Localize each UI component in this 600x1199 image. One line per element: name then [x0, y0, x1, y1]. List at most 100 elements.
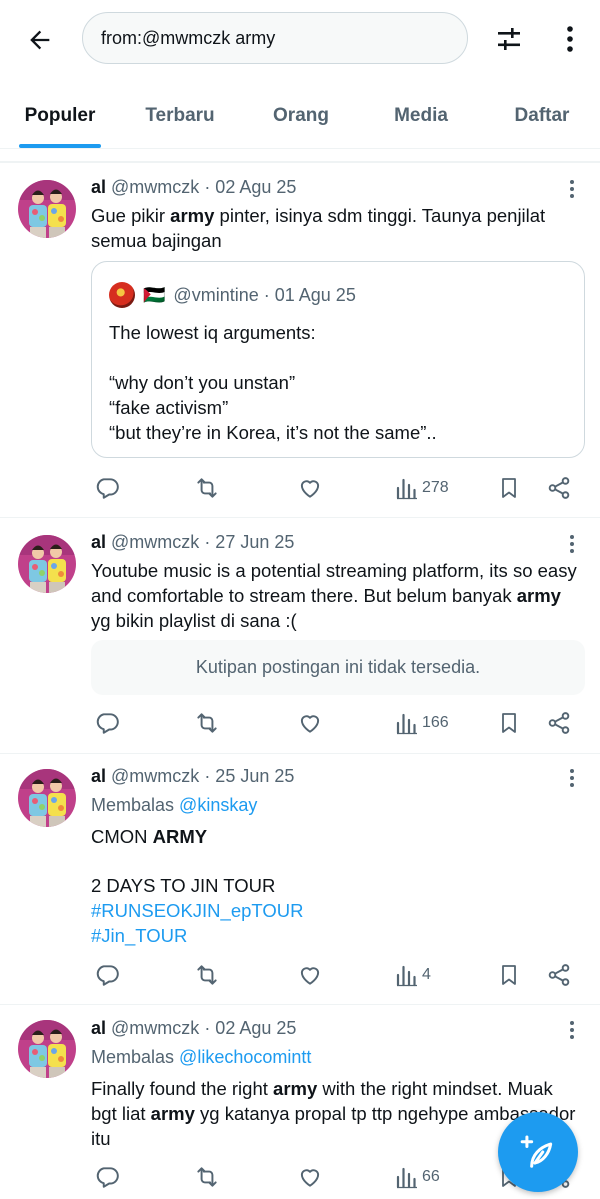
tweet-more-button[interactable] — [560, 766, 584, 790]
author-handle[interactable]: @mwmczk — [111, 1018, 199, 1038]
share-button[interactable] — [546, 708, 572, 738]
tab-media[interactable]: Media — [371, 86, 471, 146]
more-vertical-icon — [570, 769, 574, 787]
repost-button[interactable] — [193, 708, 221, 738]
reply-icon — [96, 965, 119, 986]
tweet-card[interactable]: al @mwmczk · 02 Agu 25 Gue pikir army pi… — [0, 163, 600, 518]
reply-icon — [96, 478, 119, 499]
reply-to-link[interactable]: @likechocomintt — [179, 1047, 311, 1067]
tweet-more-button[interactable] — [560, 177, 584, 201]
like-button[interactable] — [297, 708, 323, 738]
top-bar: from:@mwmczk army — [0, 0, 600, 78]
like-button[interactable] — [297, 1162, 323, 1192]
avatar[interactable] — [18, 769, 76, 827]
author-name[interactable]: al — [91, 177, 106, 197]
tweet-header: al @mwmczk · 25 Jun 25 — [91, 766, 294, 787]
tweet-actions: 4 — [91, 960, 581, 990]
reply-icon — [96, 1167, 119, 1188]
tweet-date[interactable]: · 02 Agu 25 — [204, 1018, 296, 1038]
avatar[interactable] — [18, 535, 76, 593]
repost-icon — [197, 1167, 217, 1187]
views-count: 166 — [422, 714, 449, 731]
quoted-author-handle: @vmintine — [173, 284, 259, 305]
heart-icon — [300, 715, 320, 733]
heart-icon — [300, 1169, 320, 1187]
tweet-more-button[interactable] — [560, 532, 584, 556]
author-handle[interactable]: @mwmczk — [111, 177, 199, 197]
views-chart-icon — [396, 478, 417, 500]
bookmark-button[interactable] — [497, 960, 521, 990]
bookmark-button[interactable] — [497, 708, 521, 738]
avatar[interactable] — [18, 180, 76, 238]
feather-plus-icon — [520, 1135, 553, 1168]
views-chart-icon — [396, 1167, 417, 1189]
tweet-text: CMON ARMY 2 DAYS TO JIN TOUR #RUNSEOKJIN… — [91, 824, 581, 948]
tab-terbaru[interactable]: Terbaru — [130, 86, 230, 146]
views-button[interactable]: 4 — [396, 960, 431, 990]
repost-button[interactable] — [193, 473, 221, 503]
reply-icon — [96, 713, 119, 734]
author-handle[interactable]: @mwmczk — [111, 766, 199, 786]
more-vertical-icon — [570, 535, 574, 553]
quoted-tweet[interactable]: 🇵🇸 @vmintine · 01 Agu 25 The lowest iq a… — [91, 261, 585, 458]
author-name[interactable]: al — [91, 532, 106, 552]
bookmark-button[interactable] — [497, 473, 521, 503]
hashtag-link[interactable]: #RUNSEOKJIN_epTOUR — [91, 898, 581, 923]
repost-icon — [197, 478, 217, 498]
tab-daftar[interactable]: Daftar — [492, 86, 592, 146]
views-button[interactable]: 166 — [396, 708, 449, 738]
reply-button[interactable] — [94, 1162, 120, 1192]
repost-button[interactable] — [193, 1162, 221, 1192]
share-button[interactable] — [546, 960, 572, 990]
share-button[interactable] — [546, 473, 572, 503]
search-filter-button[interactable] — [490, 20, 528, 58]
views-button[interactable]: 278 — [396, 473, 449, 503]
avatar[interactable] — [18, 1020, 76, 1078]
repost-button[interactable] — [193, 960, 221, 990]
search-input[interactable]: from:@mwmczk army — [82, 12, 468, 64]
tweet-more-button[interactable] — [560, 1018, 584, 1042]
tab-orang[interactable]: Orang — [251, 86, 351, 146]
share-icon — [548, 964, 570, 986]
compose-post-button[interactable] — [498, 1112, 578, 1192]
sliders-icon — [498, 28, 520, 50]
arrow-left-icon — [30, 30, 50, 50]
tweet-text: Youtube music is a potential streaming p… — [91, 560, 577, 631]
author-handle[interactable]: @mwmczk — [111, 532, 199, 552]
views-count: 4 — [422, 966, 431, 983]
hashtag-link[interactable]: #Jin_TOUR — [91, 923, 581, 948]
back-button[interactable] — [22, 22, 58, 58]
tweet-actions: 278 — [91, 473, 581, 503]
quoted-tweet-header: 🇵🇸 @vmintine · 01 Agu 25 — [109, 282, 356, 308]
tweet-date[interactable]: · 25 Jun 25 — [204, 766, 294, 786]
author-name[interactable]: al — [91, 766, 106, 786]
reply-button[interactable] — [94, 708, 120, 738]
views-chart-icon — [396, 965, 417, 987]
tweet-card[interactable]: al @mwmczk · 27 Jun 25 Youtube music is … — [0, 518, 600, 754]
more-vertical-icon — [570, 1021, 574, 1039]
tweet-date[interactable]: · 27 Jun 25 — [204, 532, 294, 552]
tab-populer[interactable]: Populer — [10, 86, 110, 146]
reply-to-link[interactable]: @kinskay — [179, 795, 257, 815]
reply-button[interactable] — [94, 473, 120, 503]
like-button[interactable] — [297, 960, 323, 990]
more-options-button[interactable] — [556, 20, 584, 58]
tweet-date[interactable]: · 02 Agu 25 — [204, 177, 296, 197]
more-vertical-icon — [567, 26, 573, 52]
tweet-card[interactable]: al @mwmczk · 25 Jun 25 Membalas @kinskay… — [0, 754, 600, 1005]
divider — [0, 148, 600, 149]
search-query: from:@mwmczk army — [101, 27, 276, 48]
avatar — [109, 282, 135, 308]
reply-button[interactable] — [94, 960, 120, 990]
like-button[interactable] — [297, 473, 323, 503]
bookmark-icon — [502, 713, 516, 733]
share-icon — [548, 477, 570, 499]
tweet-header: al @mwmczk · 02 Agu 25 — [91, 177, 296, 198]
heart-icon — [300, 480, 320, 498]
views-button[interactable]: 66 — [396, 1162, 440, 1192]
share-icon — [548, 712, 570, 734]
search-tabs: Populer Terbaru Orang Media Daftar — [0, 86, 600, 146]
replying-to: Membalas @kinskay — [91, 795, 258, 815]
author-name[interactable]: al — [91, 1018, 106, 1038]
bookmark-icon — [502, 965, 516, 985]
